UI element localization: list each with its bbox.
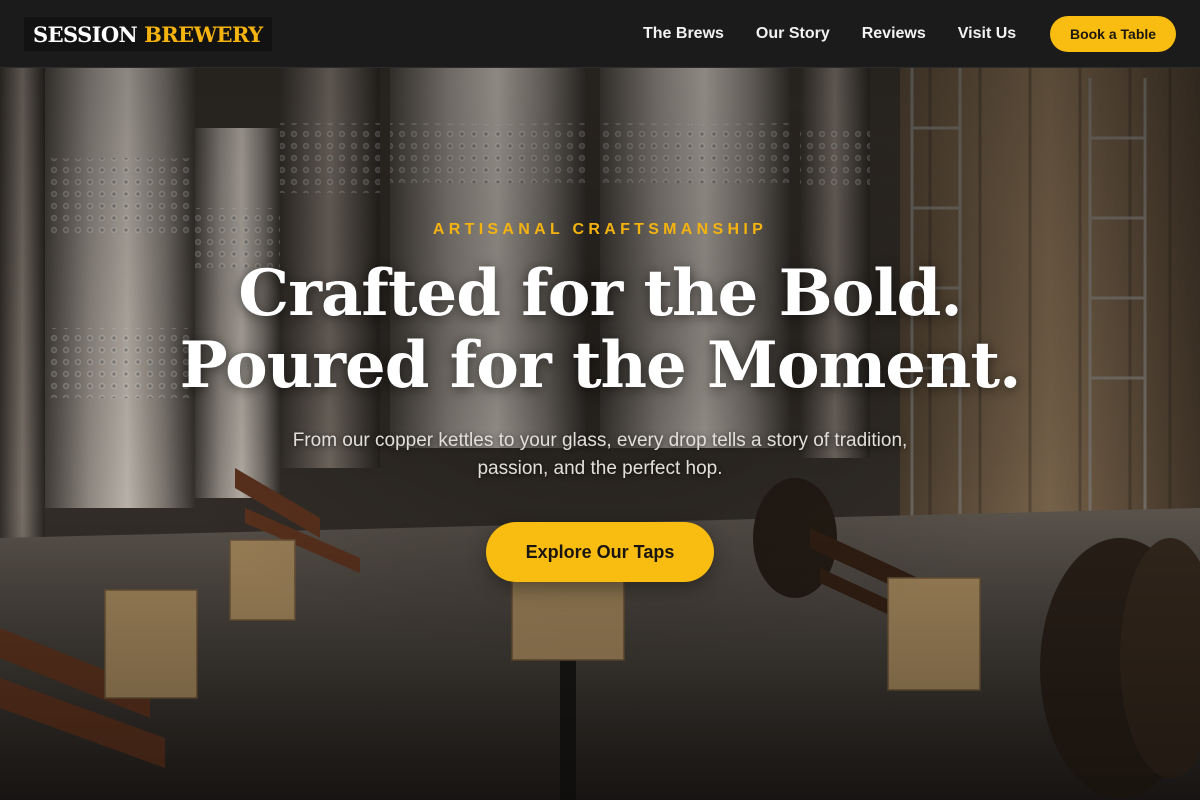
nav-link-visit-us[interactable]: Visit Us <box>958 25 1016 43</box>
main-nav: The Brews Our Story Reviews Visit Us <box>643 24 1016 44</box>
hero-headline-line-1: Crafted for the Bold. <box>238 256 962 331</box>
hero-eyebrow: ARTISANAL CRAFTSMANSHIP <box>432 221 768 238</box>
book-a-table-button[interactable]: Book a Table <box>1050 16 1176 52</box>
nav-link-reviews[interactable]: Reviews <box>862 25 926 43</box>
hero-headline: Crafted for the Bold. Poured for the Mom… <box>0 258 1200 402</box>
hero-headline-line-2: Poured for the Moment. <box>179 328 1022 403</box>
site-header: SESSION BREWERY The Brews Our Story Revi… <box>0 0 1200 68</box>
brand-logo[interactable]: SESSION BREWERY <box>24 17 272 51</box>
brand-word-session: SESSION <box>33 21 138 47</box>
nav-link-our-story[interactable]: Our Story <box>756 25 830 43</box>
nav-link-the-brews[interactable]: The Brews <box>643 25 724 43</box>
hero-subcopy: From our copper kettles to your glass, e… <box>292 430 908 479</box>
brand-word-brewery: BREWERY <box>144 21 263 47</box>
explore-taps-button[interactable]: Explore Our Taps <box>486 522 714 582</box>
